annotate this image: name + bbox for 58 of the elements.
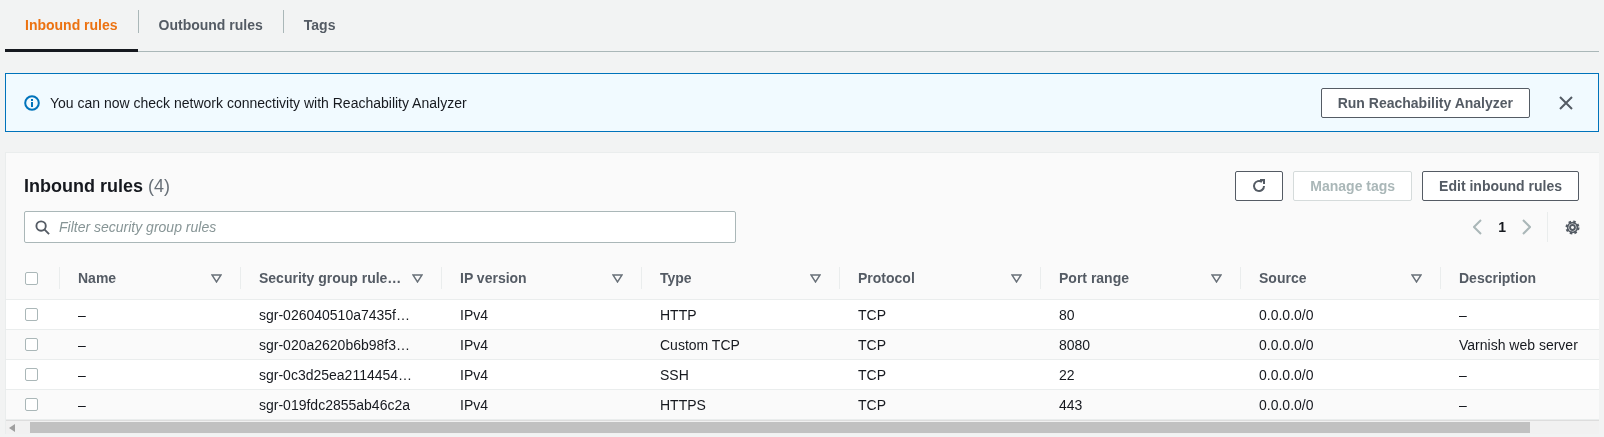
table-cell: sgr-020a2620b6b98f3…: [259, 336, 410, 353]
table-cell: IPv4: [460, 336, 488, 353]
table-cell: 443: [1059, 396, 1083, 413]
table-cell: TCP: [858, 306, 886, 323]
row-checkbox[interactable]: [25, 398, 38, 411]
table-cell: sgr-019fdc2855ab46c2a: [259, 396, 410, 413]
sort-icon[interactable]: [612, 273, 623, 283]
table-cell: HTTPS: [660, 396, 706, 413]
table-cell: –: [1459, 366, 1467, 383]
alert-message: You can now check network connectivity with Reachability Analyzer: [50, 94, 468, 111]
settings-icon[interactable]: [1564, 218, 1581, 236]
table-cell: –: [1459, 396, 1467, 413]
close-icon[interactable]: [1558, 94, 1574, 111]
table-cell: 0.0.0.0/0: [1259, 396, 1314, 413]
table-cell: –: [78, 306, 86, 323]
table-cell: 22: [1059, 366, 1075, 383]
table-cell: SSH: [660, 366, 689, 383]
table-cell: IPv4: [460, 366, 488, 383]
refresh-button[interactable]: [1235, 171, 1284, 201]
row-checkbox[interactable]: [25, 338, 38, 351]
table-cell: TCP: [858, 336, 886, 353]
sort-icon[interactable]: [412, 273, 423, 283]
row-checkbox[interactable]: [25, 308, 38, 321]
table-cell: –: [78, 396, 86, 413]
table-cell: IPv4: [460, 306, 488, 323]
table-cell: TCP: [858, 396, 886, 413]
refresh-icon: [1251, 178, 1268, 194]
sort-icon[interactable]: [211, 273, 222, 283]
table-cell: 80: [1059, 306, 1075, 323]
tab[interactable]: Outbound rules: [138, 0, 283, 52]
sort-icon[interactable]: [1011, 273, 1022, 283]
sort-icon[interactable]: [1411, 273, 1422, 283]
table-cell: 0.0.0.0/0: [1259, 366, 1314, 383]
page-number[interactable]: 1: [1498, 219, 1506, 235]
table-cell: TCP: [858, 366, 886, 383]
table-cell: Custom TCP: [660, 336, 740, 353]
analyzer-button[interactable]: Run Reachability Analyzer: [1320, 87, 1530, 118]
panel-title: Inbound rules (4): [24, 175, 171, 197]
table-cell: HTTP: [660, 306, 697, 323]
table-cell: 0.0.0.0/0: [1259, 306, 1314, 323]
table-cell: –: [78, 366, 86, 383]
row-checkbox[interactable]: [25, 368, 38, 381]
horizontal-scrollbar[interactable]: [6, 420, 1599, 434]
sort-icon[interactable]: [1211, 273, 1222, 283]
sort-icon[interactable]: [810, 273, 821, 283]
table-cell: –: [78, 336, 86, 353]
search-field[interactable]: Filter security group rules: [24, 211, 736, 243]
table-cell: Varnish web server: [1459, 336, 1578, 353]
table-cell: 8080: [1059, 336, 1091, 353]
table-cell: sgr-0c3d25ea2114454…: [259, 366, 413, 383]
select-all-checkbox[interactable]: [25, 271, 38, 285]
table-cell: sgr-026040510a7435f…: [259, 306, 410, 323]
table-cell: –: [1459, 306, 1467, 323]
info-icon: [24, 94, 40, 111]
tab[interactable]: Tags: [283, 0, 356, 52]
toolbar-button[interactable]: Edit inbound rules: [1422, 171, 1579, 201]
table-cell: 0.0.0.0/0: [1259, 336, 1314, 353]
table-cell: IPv4: [460, 396, 488, 413]
